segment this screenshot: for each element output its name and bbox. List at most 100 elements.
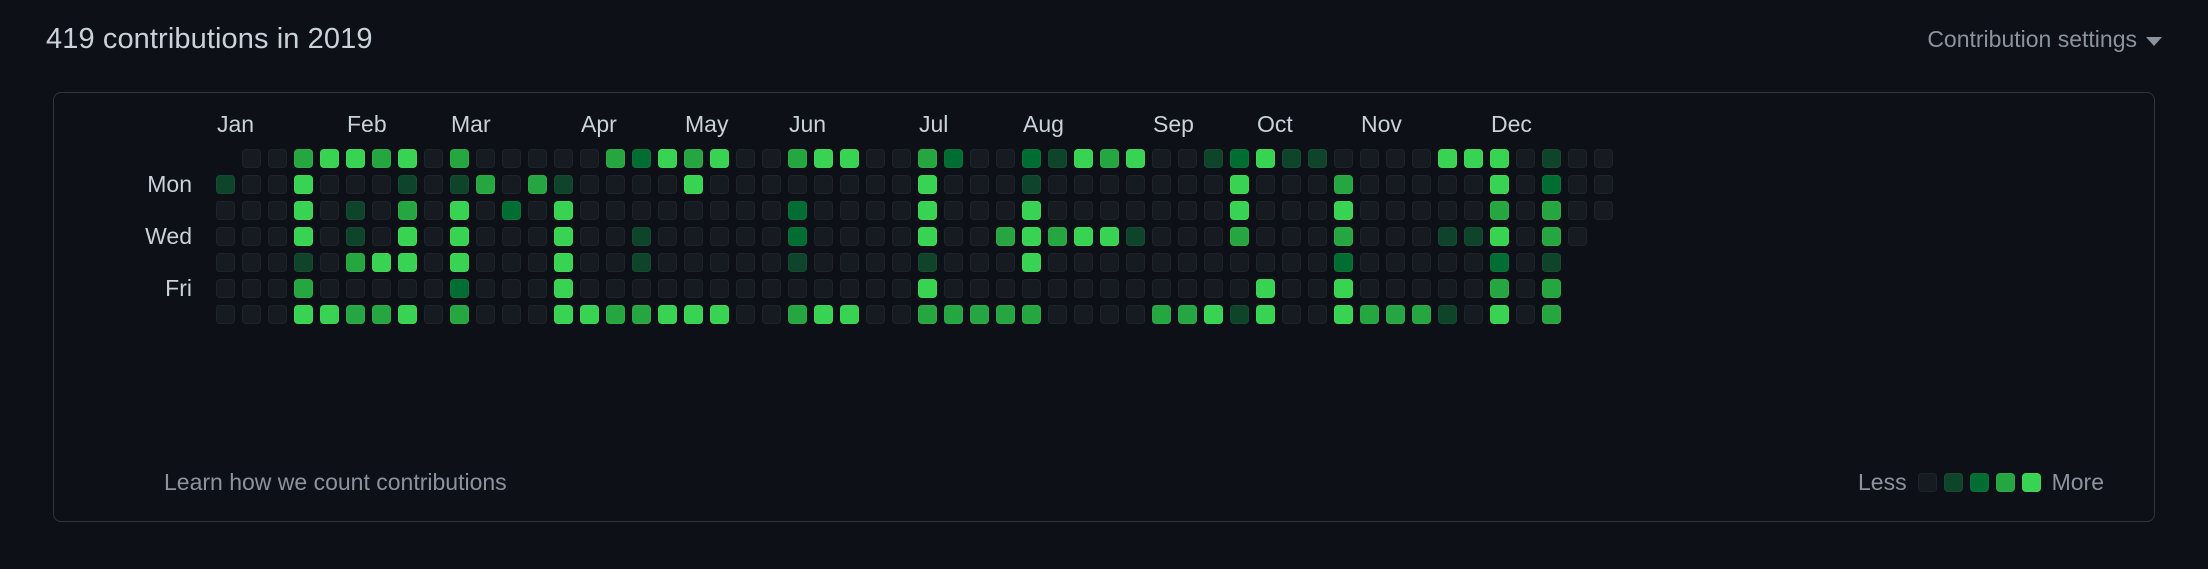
day-cell[interactable] — [1230, 305, 1249, 324]
day-cell[interactable] — [1048, 227, 1067, 246]
day-cell[interactable] — [632, 253, 651, 272]
day-cell[interactable] — [294, 253, 313, 272]
day-cell[interactable] — [1438, 227, 1457, 246]
day-cell[interactable] — [398, 305, 417, 324]
day-cell[interactable] — [918, 175, 937, 194]
day-cell[interactable] — [1230, 149, 1249, 168]
day-cell[interactable] — [814, 253, 833, 272]
day-cell[interactable] — [1178, 201, 1197, 220]
day-cell[interactable] — [710, 253, 729, 272]
day-cell[interactable] — [1178, 227, 1197, 246]
day-cell[interactable] — [580, 175, 599, 194]
day-cell[interactable] — [1334, 149, 1353, 168]
day-cell[interactable] — [840, 149, 859, 168]
day-cell[interactable] — [216, 253, 235, 272]
day-cell[interactable] — [1334, 279, 1353, 298]
day-cell[interactable] — [1282, 201, 1301, 220]
day-cell[interactable] — [1386, 305, 1405, 324]
day-cell[interactable] — [1412, 201, 1431, 220]
day-cell[interactable] — [424, 227, 443, 246]
day-cell[interactable] — [1490, 149, 1509, 168]
day-cell[interactable] — [1100, 305, 1119, 324]
day-cell[interactable] — [372, 201, 391, 220]
day-cell[interactable] — [398, 253, 417, 272]
day-cell[interactable] — [866, 175, 885, 194]
day-cell[interactable] — [1490, 227, 1509, 246]
day-cell[interactable] — [1204, 227, 1223, 246]
day-cell[interactable] — [1412, 253, 1431, 272]
day-cell[interactable] — [840, 253, 859, 272]
day-cell[interactable] — [1490, 175, 1509, 194]
contribution-settings-button[interactable]: Contribution settings — [1927, 26, 2162, 53]
day-cell[interactable] — [554, 253, 573, 272]
day-cell[interactable] — [1022, 279, 1041, 298]
day-cell[interactable] — [216, 227, 235, 246]
day-cell[interactable] — [502, 227, 521, 246]
day-cell[interactable] — [1360, 253, 1379, 272]
day-cell[interactable] — [1204, 305, 1223, 324]
day-cell[interactable] — [1334, 227, 1353, 246]
day-cell[interactable] — [1438, 201, 1457, 220]
day-cell[interactable] — [580, 253, 599, 272]
day-cell[interactable] — [346, 305, 365, 324]
day-cell[interactable] — [866, 305, 885, 324]
day-cell[interactable] — [1308, 253, 1327, 272]
day-cell[interactable] — [892, 149, 911, 168]
day-cell[interactable] — [710, 149, 729, 168]
day-cell[interactable] — [736, 201, 755, 220]
day-cell[interactable] — [684, 149, 703, 168]
day-cell[interactable] — [502, 305, 521, 324]
day-cell[interactable] — [658, 253, 677, 272]
day-cell[interactable] — [1204, 149, 1223, 168]
day-cell[interactable] — [1464, 279, 1483, 298]
day-cell[interactable] — [736, 227, 755, 246]
day-cell[interactable] — [424, 253, 443, 272]
day-cell[interactable] — [788, 201, 807, 220]
day-cell[interactable] — [476, 201, 495, 220]
day-cell[interactable] — [450, 253, 469, 272]
day-cell[interactable] — [1360, 175, 1379, 194]
day-cell[interactable] — [658, 305, 677, 324]
day-cell[interactable] — [1386, 201, 1405, 220]
day-cell[interactable] — [1438, 253, 1457, 272]
day-cell[interactable] — [1490, 279, 1509, 298]
day-cell[interactable] — [996, 253, 1015, 272]
day-cell[interactable] — [1438, 305, 1457, 324]
day-cell[interactable] — [866, 227, 885, 246]
day-cell[interactable] — [710, 227, 729, 246]
day-cell[interactable] — [1360, 201, 1379, 220]
day-cell[interactable] — [1490, 201, 1509, 220]
day-cell[interactable] — [554, 305, 573, 324]
day-cell[interactable] — [632, 201, 651, 220]
day-cell[interactable] — [1516, 149, 1535, 168]
day-cell[interactable] — [554, 279, 573, 298]
day-cell[interactable] — [970, 227, 989, 246]
day-cell[interactable] — [1126, 279, 1145, 298]
day-cell[interactable] — [840, 305, 859, 324]
day-cell[interactable] — [1386, 253, 1405, 272]
day-cell[interactable] — [1256, 305, 1275, 324]
day-cell[interactable] — [1360, 149, 1379, 168]
day-cell[interactable] — [814, 305, 833, 324]
day-cell[interactable] — [528, 175, 547, 194]
day-cell[interactable] — [398, 175, 417, 194]
day-cell[interactable] — [788, 305, 807, 324]
day-cell[interactable] — [1256, 149, 1275, 168]
day-cell[interactable] — [892, 305, 911, 324]
day-cell[interactable] — [1412, 175, 1431, 194]
day-cell[interactable] — [346, 227, 365, 246]
day-cell[interactable] — [866, 201, 885, 220]
day-cell[interactable] — [216, 305, 235, 324]
day-cell[interactable] — [216, 175, 235, 194]
day-cell[interactable] — [242, 253, 261, 272]
day-cell[interactable] — [1516, 201, 1535, 220]
day-cell[interactable] — [788, 227, 807, 246]
day-cell[interactable] — [1048, 149, 1067, 168]
day-cell[interactable] — [788, 149, 807, 168]
day-cell[interactable] — [840, 279, 859, 298]
day-cell[interactable] — [1542, 305, 1561, 324]
day-cell[interactable] — [1256, 279, 1275, 298]
day-cell[interactable] — [1230, 227, 1249, 246]
day-cell[interactable] — [1412, 227, 1431, 246]
day-cell[interactable] — [1308, 175, 1327, 194]
